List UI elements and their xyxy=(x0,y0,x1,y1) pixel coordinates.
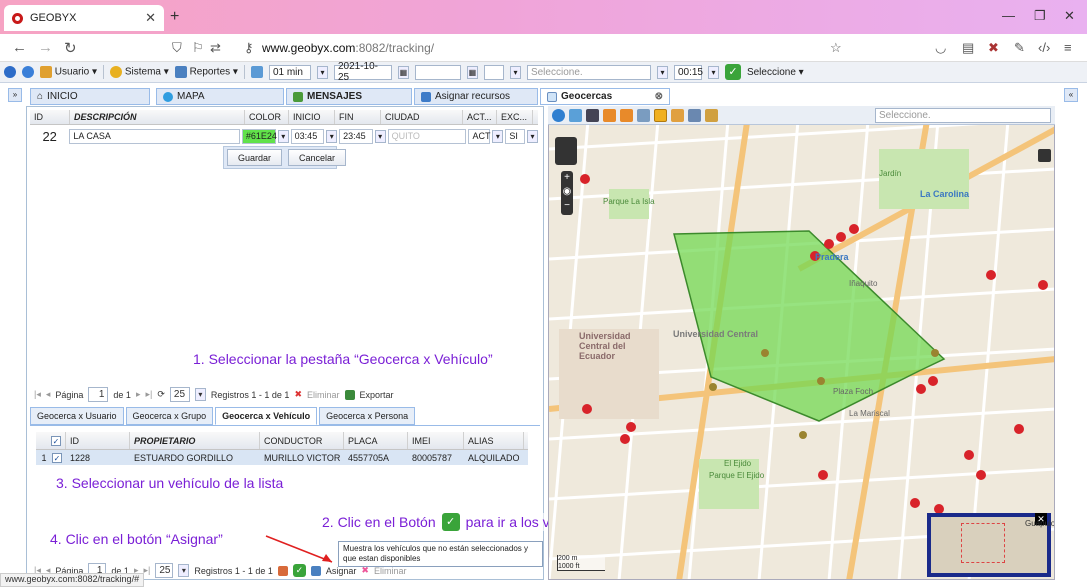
map-toolbar: Seleccione. xyxy=(548,106,1055,125)
map-label-la-mariscal: La Mariscal xyxy=(849,409,890,418)
map-label-pradera: Pradera xyxy=(815,252,849,262)
polygon-tool-icon[interactable] xyxy=(654,108,667,122)
map-label-el-ejido: El Ejido xyxy=(724,459,752,468)
zoom-control[interactable]: + ◉ − xyxy=(561,171,573,215)
map-tool-icon[interactable] xyxy=(569,108,582,122)
map-label-parque-la-isla: Parque La Isla xyxy=(603,197,655,206)
measure-tool-icon[interactable] xyxy=(705,108,718,122)
map-label-parque-el-ejido: Parque El Ejido xyxy=(709,471,765,480)
map-scale: 200 m 1000 ft xyxy=(557,555,605,571)
map-label-jardin: Jardín xyxy=(879,169,902,178)
edit-tool-icon[interactable] xyxy=(671,108,684,122)
print-tool-icon[interactable] xyxy=(688,108,701,122)
map-label-universidad-central-ecuador: Universidad Central del Ecuador xyxy=(579,331,631,361)
map-search-select[interactable]: Seleccione. xyxy=(875,107,1051,123)
map-view[interactable]: La Carolina Pradera Universidad Central … xyxy=(548,108,1055,580)
back-tool-icon[interactable] xyxy=(603,108,616,122)
overview-extent xyxy=(961,523,1005,563)
globe-tool-icon[interactable] xyxy=(552,108,565,122)
map-label-guapulo: Guápulo xyxy=(1025,519,1055,528)
scale-ft: 1000 ft xyxy=(558,563,580,570)
layers-icon[interactable] xyxy=(1038,149,1051,162)
scale-m: 200 m xyxy=(558,555,578,562)
map-label-plaza-foch: Plaza Foch xyxy=(833,387,874,396)
map-label-inaquito: Iñaquito xyxy=(849,279,878,288)
map-label-la-carolina: La Carolina xyxy=(920,189,970,199)
status-bar: www.geobyx.com:8082/tracking/# xyxy=(0,573,145,587)
pan-control[interactable] xyxy=(555,137,577,165)
forward-tool-icon[interactable] xyxy=(620,108,633,122)
select-tool-icon[interactable] xyxy=(637,108,650,122)
map-label-universidad-central: Universidad Central xyxy=(673,329,759,339)
park-la-carolina xyxy=(879,149,969,209)
pan-tool-icon[interactable] xyxy=(586,108,599,122)
